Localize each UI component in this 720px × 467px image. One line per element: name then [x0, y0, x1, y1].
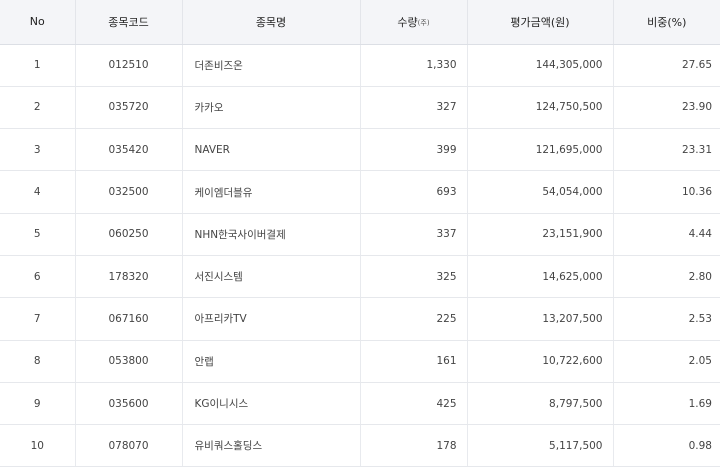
- cell-code: 035720: [74, 86, 182, 130]
- cell-qty: 161: [359, 340, 467, 383]
- cell-value: 10,722,600: [466, 340, 613, 383]
- cell-qty: 225: [359, 297, 467, 341]
- cell-qty: 399: [359, 128, 467, 172]
- holdings-table: No 종목코드 종목명 수량(주) 평가금액(원) 비중(%) 1 012510…: [0, 0, 720, 467]
- cell-value: 54,054,000: [466, 170, 613, 214]
- header-qty-unit: (주): [417, 18, 430, 27]
- cell-no: 9: [0, 382, 75, 426]
- cell-weight: 1.69: [612, 382, 720, 426]
- cell-code: 178320: [74, 255, 182, 299]
- cell-code: 078070: [74, 424, 182, 467]
- cell-name: NAVER: [181, 128, 360, 172]
- cell-qty: 327: [359, 86, 467, 130]
- cell-code: 060250: [74, 213, 182, 256]
- cell-name: 더존비즈온: [181, 44, 360, 87]
- cell-no: 5: [0, 213, 75, 256]
- cell-qty: 178: [359, 424, 467, 467]
- cell-name: 카카오: [181, 86, 360, 130]
- cell-code: 035600: [74, 382, 182, 426]
- table-row: 6 178320 서진시스템 325 14,625,000 2.80: [0, 255, 720, 299]
- cell-weight: 27.65: [612, 44, 720, 87]
- header-qty: 수량(주): [359, 0, 467, 45]
- cell-code: 032500: [74, 170, 182, 214]
- cell-value: 124,750,500: [466, 86, 613, 130]
- cell-qty: 425: [359, 382, 467, 426]
- header-name: 종목명: [181, 0, 360, 45]
- table-row: 7 067160 아프리카TV 225 13,207,500 2.53: [0, 297, 720, 341]
- cell-name: 서진시스템: [181, 255, 360, 299]
- cell-value: 121,695,000: [466, 128, 613, 172]
- cell-name: 유비쿼스홀딩스: [181, 424, 360, 467]
- table-row: 4 032500 케이엠더블유 693 54,054,000 10.36: [0, 170, 720, 214]
- table-row: 5 060250 NHN한국사이버결제 337 23,151,900 4.44: [0, 213, 720, 256]
- cell-qty: 1,330: [359, 44, 467, 87]
- table-row: 1 012510 더존비즈온 1,330 144,305,000 27.65: [0, 44, 720, 87]
- cell-qty: 325: [359, 255, 467, 299]
- cell-weight: 10.36: [612, 170, 720, 214]
- cell-value: 5,117,500: [466, 424, 613, 467]
- cell-no: 2: [0, 86, 75, 130]
- table-row: 10 078070 유비쿼스홀딩스 178 5,117,500 0.98: [0, 424, 720, 467]
- header-weight: 비중(%): [612, 0, 720, 45]
- cell-weight: 23.90: [612, 86, 720, 130]
- cell-value: 23,151,900: [466, 213, 613, 256]
- table-header: No 종목코드 종목명 수량(주) 평가금액(원) 비중(%): [0, 0, 720, 45]
- header-no: No: [0, 0, 75, 45]
- cell-no: 4: [0, 170, 75, 214]
- table-row: 9 035600 KG이니시스 425 8,797,500 1.69: [0, 382, 720, 426]
- cell-weight: 2.80: [612, 255, 720, 299]
- cell-weight: 4.44: [612, 213, 720, 256]
- cell-value: 144,305,000: [466, 44, 613, 87]
- cell-weight: 0.98: [612, 424, 720, 467]
- cell-no: 3: [0, 128, 75, 172]
- cell-name: 안랩: [181, 340, 360, 383]
- cell-no: 8: [0, 340, 75, 383]
- header-code: 종목코드: [74, 0, 182, 45]
- cell-name: 아프리카TV: [181, 297, 360, 341]
- cell-name: 케이엠더블유: [181, 170, 360, 214]
- table-body: 1 012510 더존비즈온 1,330 144,305,000 27.65 2…: [0, 44, 720, 467]
- cell-name: KG이니시스: [181, 382, 360, 426]
- cell-code: 067160: [74, 297, 182, 341]
- cell-value: 8,797,500: [466, 382, 613, 426]
- cell-name: NHN한국사이버결제: [181, 213, 360, 256]
- cell-weight: 23.31: [612, 128, 720, 172]
- cell-qty: 337: [359, 213, 467, 256]
- cell-value: 14,625,000: [466, 255, 613, 299]
- cell-weight: 2.53: [612, 297, 720, 341]
- cell-no: 6: [0, 255, 75, 299]
- header-qty-label: 수량: [397, 15, 418, 29]
- cell-code: 012510: [74, 44, 182, 87]
- cell-code: 053800: [74, 340, 182, 383]
- cell-weight: 2.05: [612, 340, 720, 383]
- cell-no: 7: [0, 297, 75, 341]
- cell-no: 1: [0, 44, 75, 87]
- cell-no: 10: [0, 424, 75, 467]
- cell-qty: 693: [359, 170, 467, 214]
- cell-code: 035420: [74, 128, 182, 172]
- table-row: 3 035420 NAVER 399 121,695,000 23.31: [0, 128, 720, 172]
- cell-value: 13,207,500: [466, 297, 613, 341]
- table-row: 8 053800 안랩 161 10,722,600 2.05: [0, 340, 720, 383]
- table-row: 2 035720 카카오 327 124,750,500 23.90: [0, 86, 720, 130]
- header-value: 평가금액(원): [466, 0, 613, 45]
- header-row: No 종목코드 종목명 수량(주) 평가금액(원) 비중(%): [0, 0, 720, 45]
